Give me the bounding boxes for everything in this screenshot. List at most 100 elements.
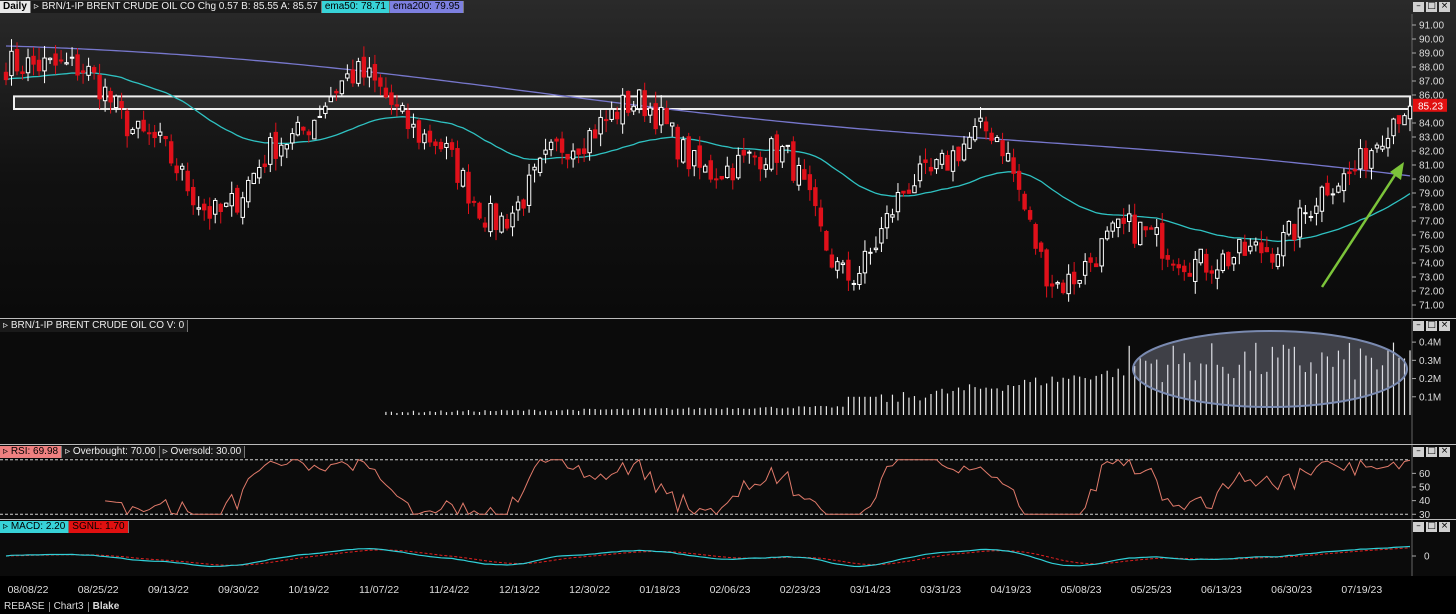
volume-chart[interactable]: 0.4M 0.3M 0.2M 0.1M — [0, 319, 1456, 444]
candle — [80, 63, 86, 84]
candle-body — [703, 165, 708, 173]
candle-body — [279, 144, 284, 157]
rebase-mode[interactable]: REBASE — [0, 601, 49, 612]
minimize-button[interactable]: – — [1413, 522, 1424, 532]
candle-body — [994, 137, 1000, 143]
candle — [1319, 185, 1325, 223]
chart-name[interactable]: Chart3 — [50, 601, 88, 612]
candle-body — [1231, 257, 1237, 265]
candle — [378, 74, 383, 96]
candle-body — [1297, 207, 1303, 238]
close-button[interactable]: × — [1439, 2, 1450, 12]
candle-body — [367, 67, 372, 78]
candle — [361, 46, 367, 86]
candle — [1336, 182, 1341, 194]
candle-body — [515, 201, 521, 211]
price-chart[interactable]: 91.0090.0089.0088.0087.0086.0084.0083.00… — [0, 0, 1456, 318]
candle — [862, 240, 868, 284]
candle-body — [438, 141, 444, 150]
price-pane[interactable]: 91.00 90.00 89.00 88.00 87.00 86.00 84.00 83.00… — [0, 0, 1456, 318]
user-name[interactable]: Blake — [89, 601, 124, 612]
candle-body — [14, 48, 20, 72]
rsi-pane[interactable]: 60 50 40 30 ▹ RSI: 69.98 ▹ Overbought: 70.0… — [0, 445, 1456, 519]
candle — [257, 159, 262, 184]
candle — [774, 130, 780, 175]
x-axis[interactable]: 08/08/22 08/25/22 09/13/22 09/30/22 10/19/22… — [0, 577, 1456, 599]
ema200-label[interactable]: ema200: 79.95 — [390, 0, 464, 13]
ema50-label[interactable]: ema50: 78.71 — [321, 0, 390, 13]
candle-body — [328, 96, 334, 103]
candle-body — [658, 106, 664, 126]
volume-pane[interactable]: 0.4M 0.3M 0.2M 0.1M ▹ BRN/1-IP BRENT CRUDE … — [0, 319, 1456, 444]
candle — [857, 265, 862, 290]
candle — [736, 147, 741, 180]
candle — [1341, 168, 1347, 203]
close-button[interactable]: × — [1439, 522, 1450, 532]
candle — [1391, 117, 1396, 145]
candle — [537, 156, 543, 177]
macd-chart[interactable]: 0 — [0, 520, 1456, 576]
candle — [1027, 206, 1033, 222]
candle-body — [493, 203, 499, 231]
candle-body — [1082, 261, 1088, 276]
candle — [1149, 225, 1154, 230]
candle — [714, 168, 719, 189]
candle-body — [1264, 247, 1270, 253]
candle-body — [218, 203, 223, 212]
candle-body — [989, 132, 994, 141]
candle-body — [1149, 227, 1154, 230]
candle-body — [1071, 271, 1077, 285]
candle-body — [356, 61, 361, 84]
candle-body — [251, 172, 256, 185]
candle — [1369, 148, 1374, 180]
overbought-value: Overbought: 70.00 — [72, 445, 156, 457]
candle-body — [763, 164, 769, 170]
period-label[interactable]: Daily — [0, 0, 31, 13]
minimize-button[interactable]: – — [1413, 321, 1424, 331]
candle-body — [1171, 263, 1176, 266]
candle-body — [824, 230, 829, 251]
macd-pane[interactable]: 0 ▹ MACD: 2.20 SGNL: 1.70 – □ × — [0, 520, 1456, 576]
rsi-window-buttons: – □ × — [1413, 447, 1450, 457]
price-tick-label: 78.00 — [1419, 203, 1444, 214]
candle-body — [774, 134, 780, 163]
oversold-label[interactable]: ▹ Oversold: 30.00 — [159, 445, 246, 458]
candle — [1396, 115, 1402, 133]
x-tick-label: 08/25/22 — [78, 584, 119, 596]
candle — [438, 138, 444, 152]
maximize-button[interactable]: □ — [1426, 2, 1437, 12]
candle — [1264, 236, 1270, 253]
overbought-label[interactable]: ▹ Overbought: 70.00 — [62, 445, 160, 458]
signal-label[interactable]: SGNL: 1.70 — [69, 520, 129, 533]
close-button[interactable]: × — [1439, 321, 1450, 331]
macd-label[interactable]: ▹ MACD: 2.20 — [0, 520, 70, 533]
candle-body — [394, 104, 400, 107]
candle — [576, 148, 581, 164]
maximize-button[interactable]: □ — [1426, 522, 1437, 532]
candle — [47, 57, 53, 64]
candle-body — [1005, 152, 1011, 162]
price-tick-label: 91.00 — [1419, 21, 1444, 32]
candle — [279, 137, 284, 167]
candle — [989, 127, 994, 145]
maximize-button[interactable]: □ — [1426, 447, 1437, 457]
minimize-button[interactable]: – — [1413, 2, 1424, 12]
candle-body — [1038, 242, 1044, 252]
candle-body — [664, 107, 669, 125]
candle — [796, 157, 802, 191]
close-button[interactable]: × — [1439, 447, 1450, 457]
candle-body — [879, 228, 884, 244]
minimize-button[interactable]: – — [1413, 447, 1424, 457]
rsi-label[interactable]: ▹ RSI: 69.98 — [0, 445, 63, 458]
candle — [1071, 262, 1077, 295]
candle — [1121, 208, 1126, 235]
candle — [1165, 248, 1170, 268]
x-tick-label: 11/07/22 — [359, 584, 399, 596]
symbol-label: ▹ BRN/1-IP BRENT CRUDE OIL CO Chg 0.57 B… — [30, 0, 322, 13]
maximize-button[interactable]: □ — [1426, 321, 1437, 331]
candle — [213, 198, 218, 224]
candle — [224, 202, 229, 208]
candle — [1022, 191, 1027, 212]
candle-body — [928, 166, 934, 172]
candle-body — [31, 55, 36, 65]
